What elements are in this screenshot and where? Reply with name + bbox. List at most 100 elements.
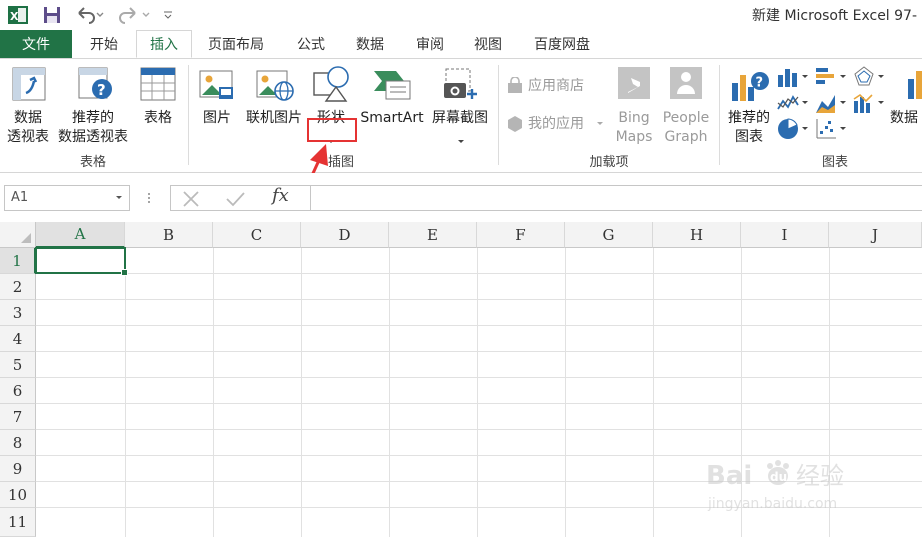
online-picture-button[interactable]: 联机图片: [242, 65, 306, 147]
gridline: [36, 429, 922, 430]
column-header-j[interactable]: J: [829, 222, 922, 248]
baidu-watermark: Bai du 经验 jingyan.baidu.com: [706, 458, 876, 514]
insert-function-button[interactable]: fx: [272, 185, 298, 209]
row-header-2[interactable]: 2: [0, 274, 36, 300]
document-title: 新建 Microsoft Excel 97-: [752, 8, 918, 24]
smartart-icon: [374, 71, 411, 100]
pivot-chart-button[interactable]: 数据: [888, 65, 922, 147]
row-header-4[interactable]: 4: [0, 326, 36, 352]
pie-chart-button[interactable]: [776, 117, 812, 141]
highlight-box: [307, 118, 357, 142]
column-header-e[interactable]: E: [389, 222, 477, 248]
gridline: [477, 248, 478, 537]
bar-chart-button[interactable]: [814, 65, 850, 89]
group-separator: [719, 65, 720, 165]
column-header-d[interactable]: D: [301, 222, 389, 248]
gridline: [36, 351, 922, 352]
recommended-charts-label-2: 图表: [735, 129, 763, 145]
people-graph-button[interactable]: People Graph: [658, 65, 714, 147]
tab-baidu-netdisk[interactable]: 百度网盘: [522, 30, 602, 58]
svg-text:jingyan.baidu.com: jingyan.baidu.com: [707, 496, 837, 512]
row-header-9[interactable]: 9: [0, 456, 36, 482]
picture-button[interactable]: 图片: [196, 65, 238, 147]
gridline: [213, 248, 214, 537]
smartart-button[interactable]: SmartArt: [356, 65, 428, 147]
tab-home[interactable]: 开始: [78, 30, 130, 58]
people-graph-label-1: People: [662, 110, 710, 126]
fill-handle[interactable]: [121, 269, 128, 276]
baidu-paw-logo: Bai du 经验 jingyan.baidu.com: [706, 460, 844, 512]
screenshot-icon: [444, 68, 477, 99]
formula-input[interactable]: [310, 185, 922, 211]
column-header-g[interactable]: G: [565, 222, 653, 248]
row-header-1[interactable]: 1: [0, 248, 36, 274]
save-icon[interactable]: [40, 4, 64, 26]
active-cell-a1[interactable]: [35, 247, 128, 276]
bing-maps-button[interactable]: Bing Maps: [612, 65, 656, 147]
my-apps-icon: [508, 116, 522, 132]
undo-icon[interactable]: [74, 4, 106, 26]
confirm-entry-icon[interactable]: [224, 189, 248, 209]
pivot-table-label-1: 数据: [14, 110, 42, 126]
row-header-7[interactable]: 7: [0, 404, 36, 430]
gridline: [301, 248, 302, 537]
recommended-pivot-table-button[interactable]: ? 推荐的 数据透视表: [54, 65, 132, 147]
column-header-a[interactable]: A: [36, 222, 125, 248]
pivot-table-label-2: 透视表: [7, 129, 49, 145]
column-header-i[interactable]: I: [741, 222, 829, 248]
recommended-pivot-label-1: 推荐的: [72, 110, 114, 126]
customize-qat-icon[interactable]: [160, 4, 176, 26]
row-header-5[interactable]: 5: [0, 352, 36, 378]
cancel-entry-icon[interactable]: [180, 189, 204, 209]
excel-logo-icon: X: [6, 4, 30, 26]
row-header-10[interactable]: 10: [0, 482, 36, 508]
gridline: [36, 299, 922, 300]
row-header-8[interactable]: 8: [0, 430, 36, 456]
combo-chart-button[interactable]: [852, 91, 888, 115]
my-apps-button[interactable]: 我的应用: [506, 113, 606, 135]
gridline: [36, 273, 922, 274]
select-all-corner[interactable]: [0, 222, 36, 248]
tab-page-layout[interactable]: 页面布局: [198, 30, 274, 58]
pivot-table-icon: [12, 67, 46, 101]
formula-bar-grip-icon: [146, 188, 152, 208]
app-store-label: 应用商店: [528, 78, 584, 94]
screenshot-dropdown-icon[interactable]: [456, 133, 466, 143]
ribbon-insert: 数据 透视表 ? 推荐的 数据透视表 表格 表格 图片 联机图片 形状 Smar…: [0, 59, 922, 173]
column-header-h[interactable]: H: [653, 222, 741, 248]
group-label-charts: 图表: [821, 155, 848, 170]
area-chart-button[interactable]: [814, 91, 850, 115]
tab-insert[interactable]: 插入: [136, 30, 192, 58]
tab-data[interactable]: 数据: [344, 30, 396, 58]
picture-label: 图片: [203, 110, 231, 126]
tab-file[interactable]: 文件: [0, 30, 72, 58]
screenshot-button[interactable]: 屏幕截图: [428, 65, 492, 147]
table-icon: [140, 67, 176, 101]
online-picture-icon: [256, 70, 294, 101]
radar-chart-button[interactable]: [852, 65, 888, 89]
column-header-c[interactable]: C: [213, 222, 301, 248]
name-box[interactable]: A1: [4, 185, 130, 211]
row-header-11[interactable]: 11: [0, 508, 36, 537]
row-header-3[interactable]: 3: [0, 300, 36, 326]
pivot-table-button[interactable]: 数据 透视表: [4, 65, 52, 147]
app-store-button[interactable]: 应用商店: [506, 75, 598, 97]
row-header-6[interactable]: 6: [0, 378, 36, 404]
column-chart-button[interactable]: [776, 65, 812, 89]
bing-icon: [618, 67, 650, 99]
line-chart-button[interactable]: [776, 91, 812, 115]
pivot-chart-icon: [908, 71, 922, 99]
tab-formulas[interactable]: 公式: [284, 30, 338, 58]
redo-icon[interactable]: [118, 4, 152, 26]
tab-view[interactable]: 视图: [462, 30, 514, 58]
recommended-charts-button[interactable]: ? 推荐的 图表: [724, 65, 774, 147]
table-button[interactable]: 表格: [136, 65, 180, 147]
recommended-pivot-icon: ?: [78, 67, 112, 99]
gridline: [125, 248, 126, 537]
tab-review[interactable]: 审阅: [404, 30, 456, 58]
column-header-b[interactable]: B: [125, 222, 213, 248]
column-header-f[interactable]: F: [477, 222, 565, 248]
people-graph-label-2: Graph: [664, 129, 708, 145]
scatter-chart-button[interactable]: [814, 117, 850, 141]
group-separator: [498, 65, 499, 165]
